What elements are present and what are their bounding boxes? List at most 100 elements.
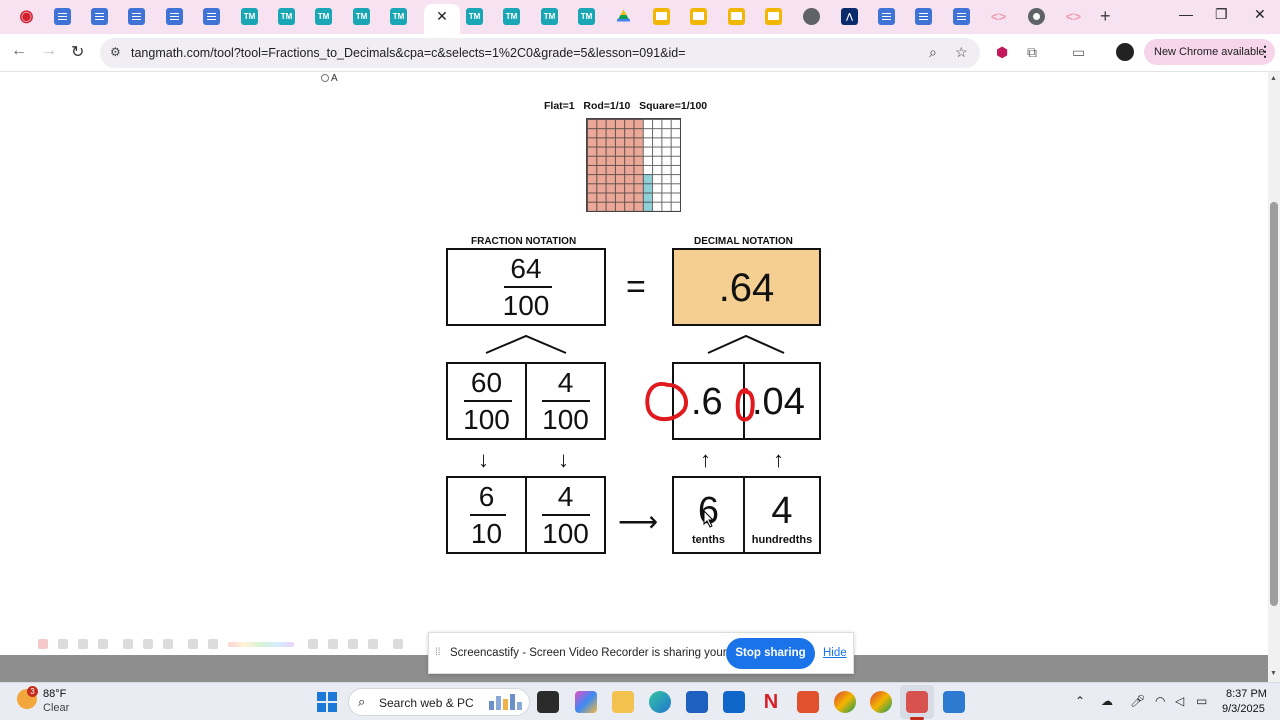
tangmath-tab-icon[interactable]: TM: [353, 8, 370, 25]
file-explorer-icon[interactable]: [612, 691, 634, 713]
screencastify-app-icon[interactable]: [797, 691, 819, 713]
collapse-tool-icon[interactable]: [393, 639, 403, 649]
tangmath-tab-icon[interactable]: TM: [578, 8, 595, 25]
cursor-tool-icon[interactable]: [123, 639, 133, 649]
docs-tab-icon[interactable]: [915, 8, 932, 25]
edge-icon[interactable]: [649, 691, 671, 713]
split-peak-right: [707, 334, 785, 354]
scroll-down-icon[interactable]: ▼: [1270, 670, 1277, 677]
option-a-radio[interactable]: A: [321, 73, 338, 84]
pen-tool-icon[interactable]: [208, 639, 218, 649]
scrollbar-thumb[interactable]: [1270, 202, 1278, 606]
zoom-icon[interactable]: ⌕: [929, 44, 937, 61]
clock-time[interactable]: 8:37 PM: [1226, 688, 1267, 700]
camera-tool-icon[interactable]: [368, 639, 378, 649]
delete-tool-icon[interactable]: [98, 639, 108, 649]
battery-icon[interactable]: ▭: [1196, 694, 1207, 708]
minimize-icon[interactable]: —: [1179, 6, 1193, 22]
numerator: 60: [470, 367, 503, 398]
forward-icon[interactable]: →: [41, 42, 57, 60]
close-tab-icon[interactable]: ✕: [434, 7, 450, 25]
cast-icon[interactable]: ▭: [1072, 44, 1085, 61]
stop-sharing-button[interactable]: Stop sharing: [726, 638, 815, 669]
site-info-icon[interactable]: ⚙: [110, 45, 121, 59]
app-s-icon[interactable]: [943, 691, 965, 713]
site-tab-icon[interactable]: ⋀: [841, 8, 858, 25]
taskbar-search[interactable]: ⌕ Search web & PC: [348, 688, 530, 716]
globe-tab-icon[interactable]: [803, 8, 820, 25]
page-scrollbar[interactable]: ▲ ▼: [1268, 72, 1280, 682]
select-tool-icon[interactable]: [143, 639, 153, 649]
onedrive-icon[interactable]: ☁: [1101, 694, 1113, 708]
start-pane: [328, 703, 337, 712]
tangmath-tab-icon[interactable]: TM: [241, 8, 258, 25]
docs-tab-icon[interactable]: [54, 8, 71, 25]
docs-tab-icon[interactable]: [878, 8, 895, 25]
tangmath-tab-icon[interactable]: TM: [390, 8, 407, 25]
chrome-profile-icon[interactable]: [870, 691, 892, 713]
task-view-icon[interactable]: [537, 691, 559, 713]
link-tool-icon[interactable]: [308, 639, 318, 649]
new-tab-icon[interactable]: +: [1100, 6, 1111, 27]
url-text[interactable]: tangmath.com/tool?tool=Fractions_to_Deci…: [131, 46, 686, 60]
microphone-icon[interactable]: 🎤︎: [1130, 694, 1145, 708]
text-tool-icon[interactable]: [163, 639, 173, 649]
docs-tab-icon[interactable]: [203, 8, 220, 25]
calculator-icon[interactable]: [906, 691, 928, 713]
back-icon[interactable]: ←: [11, 42, 27, 60]
store-icon[interactable]: [686, 691, 708, 713]
pen-tool-icon[interactable]: [188, 639, 198, 649]
restore-icon[interactable]: ❐: [1215, 6, 1228, 23]
drive-tab-icon[interactable]: [615, 8, 632, 25]
weather-condition[interactable]: Clear: [43, 702, 69, 714]
record-tool-icon[interactable]: [38, 639, 48, 649]
copilot-icon[interactable]: [575, 691, 597, 713]
docs-tab-icon[interactable]: [953, 8, 970, 25]
reload-icon[interactable]: ↻: [71, 42, 84, 62]
slides-tab-icon[interactable]: [728, 8, 745, 25]
tangmath-tab-icon[interactable]: TM: [278, 8, 295, 25]
profile-avatar[interactable]: [1116, 43, 1134, 61]
wifi-icon[interactable]: ◠: [1155, 694, 1165, 708]
temperature[interactable]: 88°F: [43, 688, 66, 700]
record-tab-icon[interactable]: ◉: [18, 8, 35, 25]
restart-tool-icon[interactable]: [78, 639, 88, 649]
tangmath-tab-icon[interactable]: TM: [466, 8, 483, 25]
extensions-puzzle-icon[interactable]: ⧉: [1027, 44, 1037, 61]
radio-circle[interactable]: [321, 74, 329, 83]
start-button[interactable]: [317, 692, 337, 712]
tangmath-tab-icon[interactable]: TM: [315, 8, 332, 25]
docs-tab-icon[interactable]: [91, 8, 108, 25]
color-palette[interactable]: [228, 642, 294, 647]
docs-tab-icon[interactable]: [166, 8, 183, 25]
emoji-tool-icon[interactable]: [328, 639, 338, 649]
show-hidden-icons[interactable]: ⌃: [1075, 694, 1085, 708]
volume-icon[interactable]: ◁: [1175, 694, 1184, 708]
pink-tab-icon[interactable]: <>: [990, 8, 1007, 25]
extension-icon[interactable]: ⬢: [996, 44, 1008, 61]
chrome-tab-icon[interactable]: [1028, 8, 1045, 25]
fraction-cell-tenths: 6 10: [448, 478, 527, 552]
window-close-icon[interactable]: ✕: [1254, 6, 1266, 23]
drag-handle-icon[interactable]: ⁞⁞: [435, 647, 441, 658]
scroll-up-icon[interactable]: ▲: [1270, 75, 1277, 82]
outlook-icon[interactable]: [723, 691, 745, 713]
annotation-toolbar[interactable]: [28, 633, 428, 655]
chrome-update-button[interactable]: New Chrome available: [1144, 39, 1275, 65]
chrome-icon[interactable]: [834, 691, 856, 713]
slides-tab-icon[interactable]: [653, 8, 670, 25]
hide-link[interactable]: Hide: [823, 647, 847, 659]
clock-date[interactable]: 9/3/2025: [1222, 703, 1265, 715]
tangmath-tab-icon[interactable]: TM: [541, 8, 558, 25]
eraser-tool-icon[interactable]: [348, 639, 358, 649]
menu-icon[interactable]: ⋮: [1258, 43, 1272, 60]
docs-tab-icon[interactable]: [128, 8, 145, 25]
pause-tool-icon[interactable]: [58, 639, 68, 649]
slides-tab-icon[interactable]: [690, 8, 707, 25]
bookmark-star-icon[interactable]: ☆: [955, 44, 968, 61]
tangmath-tab-icon[interactable]: TM: [503, 8, 520, 25]
address-bar[interactable]: ⚙ tangmath.com/tool?tool=Fractions_to_De…: [100, 38, 980, 68]
pink-tab-icon[interactable]: <>: [1065, 8, 1082, 25]
netflix-icon[interactable]: N: [760, 691, 782, 713]
slides-tab-icon[interactable]: [765, 8, 782, 25]
